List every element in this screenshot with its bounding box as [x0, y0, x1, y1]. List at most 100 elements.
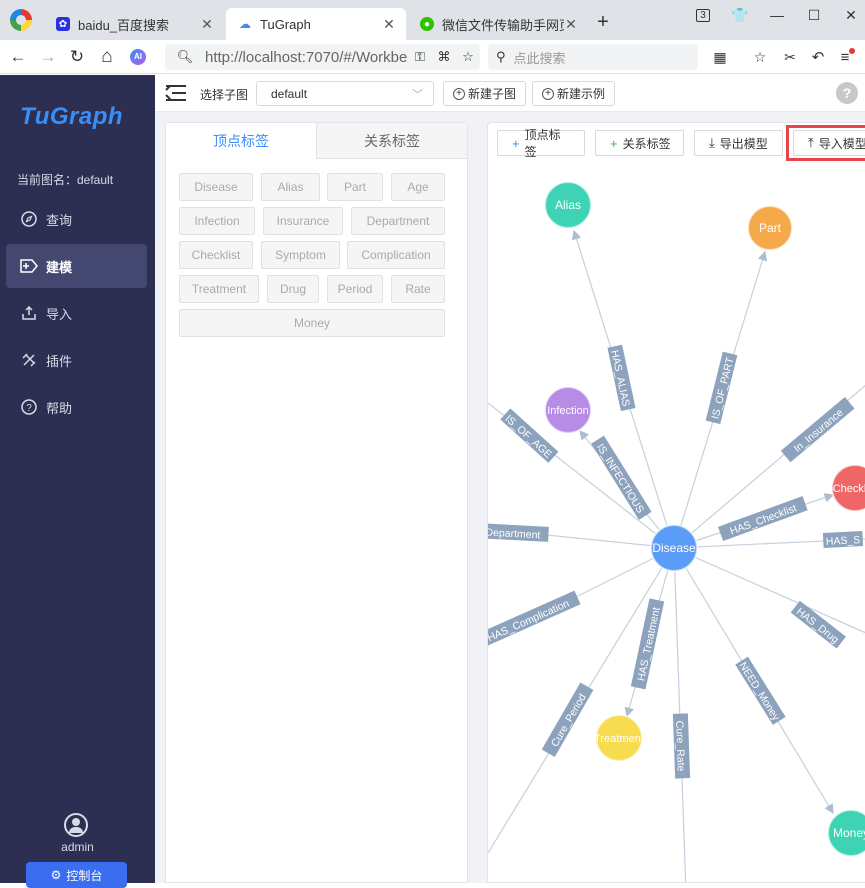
edge-label[interactable]: HAS_Checklist — [718, 496, 808, 541]
edge-label[interactable]: Cure_Period — [541, 682, 594, 757]
close-window-button[interactable]: ✕ — [836, 3, 865, 27]
new-tab-button[interactable]: + — [588, 10, 618, 34]
tugraph-logo: TuGraph — [20, 103, 124, 130]
vertex-label-chip[interactable]: Disease — [179, 173, 253, 201]
home-button[interactable]: ⌂ — [95, 45, 119, 69]
star-icon[interactable]: ☆ — [456, 49, 480, 65]
edge-label[interactable]: HAS_ALIAS — [607, 344, 636, 412]
scissors-icon[interactable]: ✂ — [778, 45, 802, 69]
skin-shirt-icon[interactable]: 👕 — [725, 3, 755, 27]
console-label: 控制台 — [66, 868, 103, 883]
graph-node-disease[interactable]: Disease — [650, 524, 698, 572]
maximize-button[interactable]: ☐ — [799, 3, 829, 27]
baidu-paw-icon: ✿ — [56, 17, 70, 31]
vertex-label-chip[interactable]: Insurance — [263, 207, 343, 235]
vertex-label-chip[interactable]: Checklist — [179, 241, 253, 269]
browser-search-input[interactable]: ⚲ 点此搜索 — [488, 44, 698, 70]
help-icon[interactable]: ? — [836, 82, 858, 104]
back-button[interactable]: ← — [6, 45, 30, 69]
graph-node-alias[interactable]: Alias — [544, 181, 592, 229]
sidebar-item-plugins[interactable]: 插件 — [6, 338, 147, 382]
graph-node-part[interactable]: Part — [747, 205, 793, 251]
svg-text:HAS_Treatment: HAS_Treatment — [635, 606, 662, 682]
schema-graph[interactable]: HAS_ALIAS IS_OF_PARTIS_INFECTIOUSIS_OF_AG… — [488, 163, 865, 883]
undo-icon[interactable]: ↶ — [806, 45, 830, 69]
upload-tray-icon — [20, 304, 38, 322]
menu-icon[interactable]: ≡ — [833, 45, 857, 69]
download-icon: ⤓ — [709, 135, 715, 150]
svg-text:Cure_Period: Cure_Period — [549, 692, 589, 749]
export-model-button[interactable]: ⤓ 导出模型 — [694, 130, 783, 156]
search-icon: 🔍︎ — [176, 49, 194, 64]
url-field[interactable]: 🔍︎ http://localhost:7070/#/Workbench ⚿ ⌘… — [165, 44, 480, 70]
forward-button[interactable]: → — [36, 45, 60, 69]
edge-label[interactable]: Department — [488, 523, 549, 542]
subgraph-select[interactable]: default ﹀ — [256, 81, 434, 106]
edge-label[interactable]: HAS_Complication — [488, 590, 581, 649]
vertex-label-chip[interactable]: Symptom — [261, 241, 340, 269]
vertex-label-chip[interactable]: Period — [327, 275, 383, 303]
key-icon[interactable]: ⚿ — [408, 49, 432, 65]
minimize-button[interactable]: — — [762, 3, 792, 27]
graph-node-money[interactable]: Money — [827, 809, 865, 857]
tab-count-badge[interactable]: 3 — [688, 3, 718, 27]
tab-close-icon[interactable]: ✕ — [564, 16, 578, 33]
vertex-label-chip[interactable]: Money — [179, 309, 445, 337]
tab-label: baidu_百度搜索 — [78, 17, 170, 33]
sidebar-item-query[interactable]: 查询 — [6, 197, 147, 241]
translate-icon[interactable]: ⌘ — [432, 49, 456, 65]
edge-label[interactable]: HAS_Drug — [790, 600, 846, 649]
edge-label[interactable]: HAS_Treatment — [630, 598, 665, 690]
tab-count-text: 3 — [696, 8, 710, 22]
collapse-menu-icon[interactable] — [165, 84, 186, 102]
svg-text:Alias: Alias — [555, 198, 581, 212]
tab-edge-labels[interactable]: 关系标签 — [316, 123, 467, 159]
new-example-label: 新建示例 — [557, 87, 606, 101]
tag-plus-icon — [20, 257, 38, 275]
sidebar-item-modeling[interactable]: 建模 — [6, 244, 147, 288]
add-vertex-label-text: 顶点标签 — [524, 128, 561, 159]
gear-icon: ⚙ — [50, 868, 62, 882]
modeling-workspace: 顶点标签 关系标签 Disease Alias Part Age Infecti… — [155, 112, 865, 883]
sidebar-item-help[interactable]: ? 帮助 — [6, 385, 147, 429]
tab-close-icon[interactable]: ✕ — [200, 16, 214, 33]
apps-grid-icon[interactable]: ▦ — [708, 45, 732, 69]
ai-icon[interactable]: AI — [126, 45, 150, 69]
graph-node-checklist[interactable]: Checklist — [831, 464, 865, 512]
edge-line[interactable] — [673, 547, 865, 634]
vertex-label-chip[interactable]: Infection — [179, 207, 255, 235]
new-subgraph-button[interactable]: + 新建子图 — [443, 81, 527, 106]
reload-button[interactable]: ↻ — [65, 45, 89, 69]
tab-close-icon[interactable]: ✕ — [382, 16, 396, 33]
vertex-label-chip[interactable]: Treatment — [179, 275, 259, 303]
vertex-label-chip[interactable]: Department — [351, 207, 445, 235]
tab-vertex-labels[interactable]: 顶点标签 — [166, 123, 316, 159]
new-example-button[interactable]: + 新建示例 — [532, 81, 616, 106]
edge-label[interactable]: Cure_Rate — [672, 713, 691, 779]
user-avatar-icon[interactable] — [64, 813, 88, 837]
graph-node-infection[interactable]: Infection — [544, 386, 592, 434]
edge-label[interactable]: NEED_Money — [735, 656, 786, 725]
graph-node-treatment[interactable]: Treatment — [594, 714, 644, 762]
tab-wechat[interactable]: ● 微信文件传输助手网页版 ✕ — [408, 8, 588, 40]
vertex-label-chip[interactable]: Rate — [391, 275, 445, 303]
edge-label[interactable]: IS_OF_PART — [705, 351, 738, 425]
vertex-label-chip[interactable]: Drug — [267, 275, 319, 303]
console-button[interactable]: ⚙ 控制台 — [26, 862, 127, 888]
tab-baidu[interactable]: ✿ baidu_百度搜索 ✕ — [44, 8, 224, 40]
plus-icon: + — [512, 135, 520, 151]
add-edge-label-button[interactable]: + 关系标签 — [595, 130, 684, 156]
svg-text:Cure_Rate: Cure_Rate — [673, 720, 687, 771]
edge-label[interactable]: HAS_S — [822, 530, 864, 549]
vertex-label-chip[interactable]: Part — [327, 173, 383, 201]
vertex-label-chip[interactable]: Complication — [347, 241, 445, 269]
svg-text:Infection: Infection — [547, 405, 589, 417]
favorites-icon[interactable]: ☆ — [748, 45, 772, 69]
add-vertex-label-button[interactable]: + 顶点标签 — [497, 128, 585, 159]
vertex-label-chip[interactable]: Age — [391, 173, 445, 201]
current-graph-name: 当前图名：default — [17, 173, 114, 187]
sidebar-item-import[interactable]: 导入 — [6, 291, 147, 335]
vertex-label-chip[interactable]: Alias — [261, 173, 320, 201]
tab-tugraph[interactable]: ☁ TuGraph ✕ — [226, 8, 406, 40]
edge-label[interactable]: In_Insurance — [780, 397, 855, 463]
